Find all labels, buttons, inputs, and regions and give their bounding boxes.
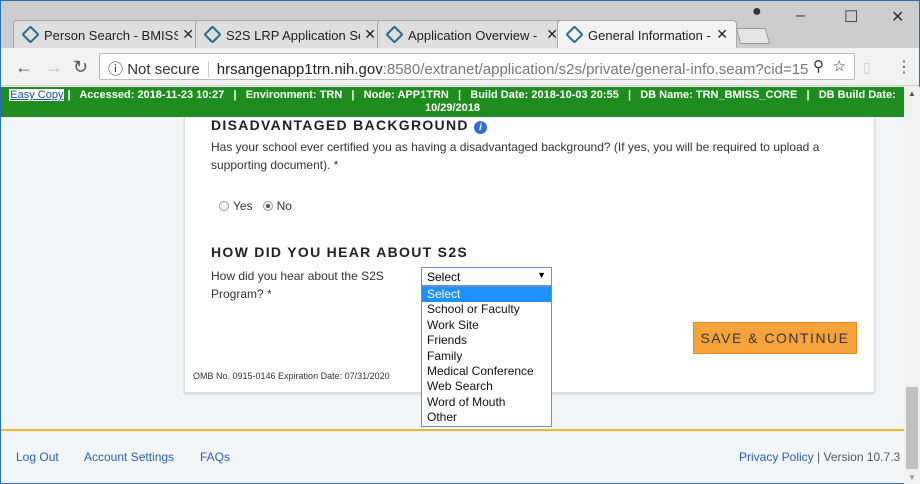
environment-bar: Easy Copy | Accessed: 2018-11-23 10:27 |… [1, 87, 904, 117]
disadvantaged-radio-group: Yes No [219, 197, 292, 215]
url-bar[interactable]: ⓘ Not secure hrsangenapp1trn.nih.gov:8580… [99, 53, 855, 80]
tab-application-overview[interactable]: Application Overview - ✕ [377, 20, 567, 48]
tab-general-information[interactable]: General Information - S ✕ [557, 20, 737, 48]
scroll-down-icon[interactable]: ▼ [908, 473, 916, 482]
option-school-or-faculty[interactable]: School or Faculty [422, 302, 551, 317]
back-icon[interactable]: ← [15, 57, 33, 78]
option-word-of-mouth[interactable]: Word of Mouth [422, 395, 551, 410]
easy-copy-link[interactable]: Easy Copy [9, 89, 65, 101]
hear-select[interactable]: Select ▼ [421, 267, 552, 286]
site-favicon-icon [385, 25, 404, 44]
close-tab-icon[interactable]: ✕ [542, 26, 558, 43]
tab-s2s-lrp[interactable]: S2S LRP Application Se ✕ [195, 20, 385, 48]
site-favicon-icon [21, 25, 40, 44]
security-label[interactable]: Not secure [127, 61, 200, 78]
disadvantaged-question: Has your school ever certified you as ha… [211, 140, 820, 172]
version-label: | Version 10.7.3 [817, 450, 901, 464]
bookmark-star-icon[interactable]: ☆ [833, 57, 846, 75]
menu-icon[interactable]: ⋮ [896, 57, 912, 77]
omb-number: OMB No. 0915-0146 Expiration Date: 07/31… [193, 371, 390, 381]
tab-title: Person Search - BMISS [44, 28, 182, 43]
footer: Log Out Account Settings FAQs Privacy Po… [1, 429, 904, 484]
hear-dropdown-list: Select School or Faculty Work Site Frien… [421, 286, 552, 427]
option-select[interactable]: Select [422, 287, 551, 303]
url-path: :8580/extranet/application/s2s/private/g… [382, 61, 809, 78]
zoom-icon[interactable]: ⚲ [813, 57, 824, 75]
profile-icon[interactable]: ● [752, 3, 762, 21]
info-icon[interactable]: ⓘ [108, 61, 123, 78]
site-favicon-icon [203, 25, 222, 44]
close-tab-icon[interactable]: ✕ [178, 26, 194, 43]
info-icon[interactable]: i [474, 121, 487, 134]
dropdown-arrow-icon: ▼ [537, 270, 546, 280]
account-settings-link[interactable]: Account Settings [84, 450, 174, 464]
maximize-button[interactable]: ☐ [844, 7, 858, 27]
logout-link[interactable]: Log Out [16, 450, 59, 464]
disadvantaged-heading: DISADVANTAGED BACKGROUND i [211, 117, 487, 134]
minimize-button[interactable]: – [796, 7, 805, 25]
close-tab-icon[interactable]: ✕ [712, 26, 728, 43]
db-build-date: 10/29/2018 [424, 102, 481, 114]
tab-title: Application Overview - [408, 28, 538, 43]
hear-label: How did you hear about the S2S Program? … [211, 269, 384, 301]
footer-right: Privacy Policy | Version 10.7.3 [739, 450, 900, 464]
option-web-search[interactable]: Web Search [422, 379, 551, 394]
option-friends[interactable]: Friends [422, 333, 551, 348]
hear-heading: HOW DID YOU HEAR ABOUT S2S [211, 244, 469, 260]
close-window-button[interactable]: ✕ [891, 7, 904, 27]
scroll-up-icon[interactable]: ▲ [908, 89, 916, 98]
option-family[interactable]: Family [422, 349, 551, 364]
forward-icon[interactable]: → [45, 57, 63, 78]
extension-icon[interactable]: ▯ [863, 59, 871, 76]
url-host: hrsangenapp1trn.nih.gov [216, 61, 383, 78]
browser-title-bar: Person Search - BMISS ✕ S2S LRP Applicati… [1, 1, 919, 48]
option-other[interactable]: Other [422, 410, 551, 425]
environment-info: | Accessed: 2018-11-23 10:27 | Environme… [67, 89, 896, 101]
tab-person-search[interactable]: Person Search - BMISS ✕ [13, 20, 203, 48]
site-favicon-icon [565, 25, 584, 44]
vertical-scrollbar[interactable]: ▲ ▼ [904, 87, 920, 484]
option-work-site[interactable]: Work Site [422, 318, 551, 333]
scrollbar-thumb[interactable] [906, 387, 918, 469]
privacy-policy-link[interactable]: Privacy Policy [739, 450, 814, 464]
save-continue-button[interactable]: SAVE & CONTINUE [693, 322, 857, 354]
new-tab-button[interactable] [735, 28, 771, 44]
option-medical-conference[interactable]: Medical Conference [422, 364, 551, 379]
radio-yes[interactable]: Yes [219, 199, 253, 213]
tab-title: General Information - S [588, 28, 724, 43]
tab-title: S2S LRP Application Se [226, 28, 366, 43]
reload-icon[interactable]: ↻ [73, 57, 88, 78]
close-tab-icon[interactable]: ✕ [360, 26, 376, 43]
radio-no[interactable]: No [262, 199, 292, 213]
address-toolbar: ← → ↻ ⓘ Not secure hrsangenapp1trn.nih.go… [1, 48, 919, 86]
faqs-link[interactable]: FAQs [200, 450, 230, 464]
